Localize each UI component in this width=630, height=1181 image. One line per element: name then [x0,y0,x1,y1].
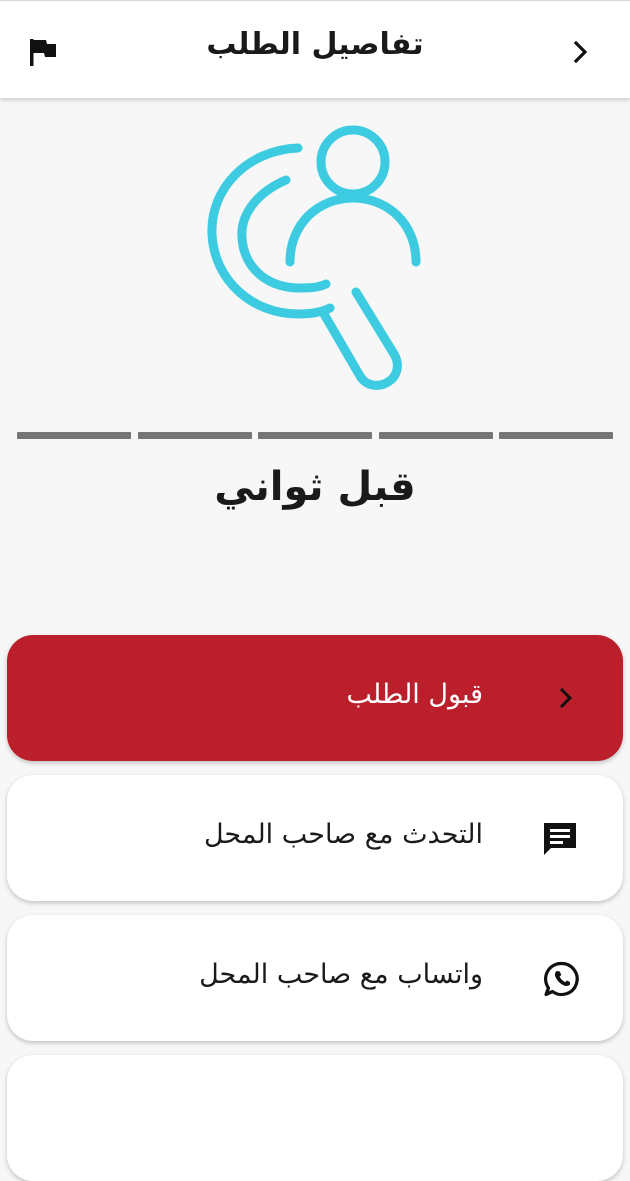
page-title: تفاصيل الطلب [206,27,424,62]
search-user-icon [207,125,421,390]
whatsapp-owner-label: واتساب مع صاحب المحل [199,959,483,990]
chat-icon [544,823,576,855]
more-actions-card[interactable] [7,1055,623,1181]
back-button[interactable] [568,39,594,65]
time-ago-label: قبل ثواني [214,464,416,510]
chat-with-owner-button[interactable]: التحدث مع صاحب المحل [7,775,623,901]
app-bar: تفاصيل الطلب [0,0,630,98]
progress-segment-3 [258,432,372,439]
chat-with-owner-label: التحدث مع صاحب المحل [203,819,483,850]
chevron-right-icon [559,687,573,709]
progress-segment-5 [499,432,613,439]
progress-bar [17,432,613,439]
accept-order-button[interactable]: قبول الطلب [7,635,623,761]
progress-segment-1 [17,432,131,439]
progress-segment-4 [379,432,493,439]
accept-order-label: قبول الطلب [346,679,483,710]
whatsapp-owner-button[interactable]: واتساب مع صاحب المحل [7,915,623,1041]
progress-segment-2 [138,432,252,439]
whatsapp-icon [544,961,579,997]
